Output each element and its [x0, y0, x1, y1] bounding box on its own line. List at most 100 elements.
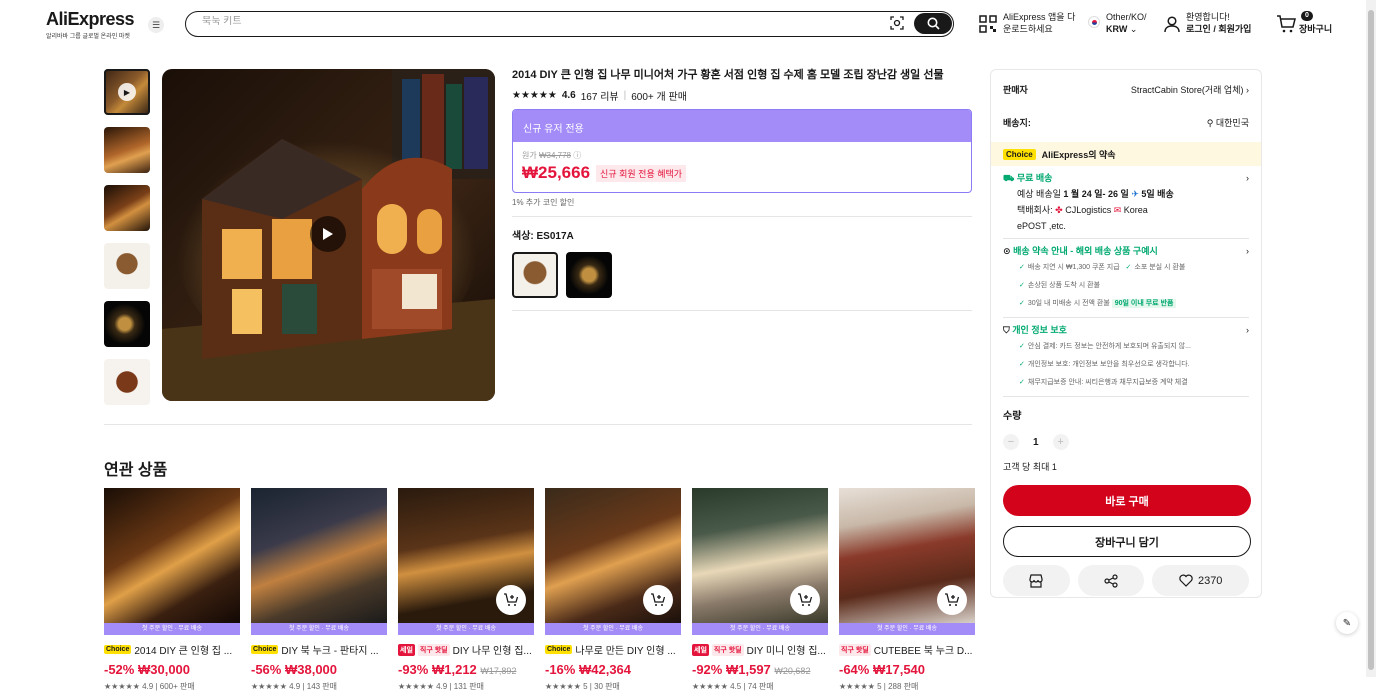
card-title: DIY 나무 인형 집...: [452, 646, 532, 657]
color-swatches: [512, 252, 972, 298]
star-rating-icon: ★★★★★: [512, 90, 557, 101]
carrier-korea: Korea: [1123, 205, 1148, 215]
product-card[interactable]: 첫 주문 할인 · 무료 배송 Choice DIY 북 누크 - 판타지 ...…: [251, 488, 387, 692]
star-rating-icon: ★★★★★: [104, 682, 140, 691]
swatch-es017a[interactable]: [512, 252, 558, 298]
menu-icon[interactable]: ☰: [148, 17, 164, 33]
privacy-list: ✓ 안심 결제: 카드 정보는 안전하게 보호되며 유출되지 않... ✓ 개인정보…: [1019, 338, 1249, 392]
product-info: 2014 DIY 큰 인형 집 나무 미니어처 가구 황혼 서점 인형 집 수제…: [512, 68, 972, 311]
carrier-row: 택배회사: ✤ CJLogistics ✉ Korea: [1017, 202, 1249, 218]
card-meta: 4.5 | 74 판매: [730, 682, 774, 691]
store-button[interactable]: [1003, 565, 1070, 596]
product-card[interactable]: 첫 주문 할인 · 무료 배송 직구 핫딜 CUTEBEE 북 누크 D... -…: [839, 488, 975, 692]
product-card[interactable]: 첫 주문 할인 · 무료 배송 세일 직구 핫딜 DIY 미니 인형 집... -9…: [692, 488, 828, 692]
page-scrollbar[interactable]: [1366, 0, 1376, 677]
product-card-image: [692, 488, 828, 623]
scrollbar-thumb[interactable]: [1368, 10, 1374, 670]
ship-to-row: 배송지: ⚲ 대한민국: [1003, 116, 1249, 129]
free-return-tag: 90일 이내 무료 반품: [1111, 299, 1177, 308]
cart-icon[interactable]: [1276, 14, 1296, 34]
thumbnail-video[interactable]: ▶: [104, 69, 150, 115]
star-rating-icon: ★★★★★: [251, 682, 287, 691]
info-icon[interactable]: ⓘ: [573, 151, 581, 160]
card-tag-2: 직구 핫딜: [417, 643, 450, 656]
search-input[interactable]: [202, 16, 842, 27]
add-to-cart-fab[interactable]: [496, 585, 526, 615]
wishlist-button[interactable]: 2370: [1152, 565, 1249, 596]
original-price-label: 원가: [522, 151, 537, 160]
product-card[interactable]: 첫 주문 할인 · 무료 배송 Choice 나무로 만든 DIY 인형 ... …: [545, 488, 681, 692]
top-header: AliExpress 알리바바 그룹 글로벌 온라인 마켓 ☰ AliExpre…: [0, 0, 1366, 46]
thumbnail-gallery: ▶: [104, 69, 150, 417]
product-card[interactable]: 첫 주문 할인 · 무료 배송 Choice 2014 DIY 큰 인형 집 ..…: [104, 488, 240, 692]
guarantee-row-3: ✓ 30일 내 미배송 시 전액 환불 90일 이내 무료 반품: [1019, 295, 1249, 313]
delivery-guarantee-section[interactable]: ⊙ 배송 약속 안내 - 해외 배송 상품 구예시 › ✓ 배송 지연 시 ₩1,3…: [1003, 243, 1249, 313]
card-price-row: -56% ₩38,000: [251, 662, 387, 677]
add-to-cart-fab[interactable]: [937, 585, 967, 615]
main-product-image[interactable]: [162, 69, 495, 401]
eta-prefix: 예상 배송일: [1017, 189, 1061, 199]
edit-icon[interactable]: ✎: [1336, 612, 1358, 634]
quantity-value[interactable]: 1: [1033, 437, 1039, 448]
locale-line-1: Other/KO/: [1106, 12, 1147, 22]
thumbnail-image[interactable]: [104, 359, 150, 405]
add-to-cart-fab[interactable]: [790, 585, 820, 615]
account-link[interactable]: 환영합니다! 로그인 / 회원가입: [1186, 11, 1251, 35]
promo-band: 첫 주문 할인 · 무료 배송: [104, 623, 240, 635]
card-price: ₩42,364: [578, 662, 632, 677]
increase-button[interactable]: +: [1052, 434, 1069, 450]
eta-days: 5일 배송: [1141, 189, 1174, 199]
card-meta-row: ★★★★★ 4.9 | 600+ 판매: [104, 681, 240, 692]
quantity-limit: 고객 당 최대 1: [1003, 462, 1057, 472]
shipping-section[interactable]: ⛟ 무료 배송 › 예상 배송일 1 월 24 일- 26 일 ✈ 5일 배송 택…: [1003, 170, 1249, 234]
thumbnail-image[interactable]: [104, 243, 150, 289]
privacy-row: ✓ 채무지급보증 안내: 씨티은행과 채무지급보증 계약 체결: [1019, 374, 1249, 392]
add-to-cart-button[interactable]: 장바구니 담기: [1003, 526, 1251, 557]
swatch-option-2[interactable]: [566, 252, 612, 298]
locale-selector[interactable]: Other/KO/ KRW ⌄: [1106, 11, 1147, 35]
product-card[interactable]: 첫 주문 할인 · 무료 배송 세일 직구 핫딜 DIY 나무 인형 집... -9…: [398, 488, 534, 692]
review-count[interactable]: 167 리뷰: [581, 88, 619, 103]
thumbnail-image[interactable]: [104, 127, 150, 173]
buy-now-button[interactable]: 바로 구매: [1003, 485, 1251, 516]
thumbnail-image[interactable]: [104, 301, 150, 347]
card-title-row: Choice 2014 DIY 큰 인형 집 ...: [104, 642, 240, 657]
divider: [512, 216, 972, 217]
search-button[interactable]: [914, 13, 952, 34]
ship-to-selector[interactable]: ⚲ 대한민국: [1207, 116, 1249, 129]
card-meta: 4.9 | 600+ 판매: [142, 682, 195, 691]
card-title-row: 직구 핫딜 CUTEBEE 북 누크 D...: [839, 642, 975, 657]
seller-name: StractCabin Store(거래 업체): [1130, 85, 1244, 95]
card-title: 나무로 만든 DIY 인형 ...: [575, 646, 676, 657]
card-title: CUTEBEE 북 누크 D...: [873, 646, 973, 657]
check-icon: ✓: [1125, 264, 1132, 271]
qr-code-icon[interactable]: [979, 15, 997, 33]
card-tag: Choice: [104, 645, 132, 654]
share-button[interactable]: [1077, 565, 1145, 596]
card-price: ₩30,000: [137, 662, 191, 677]
star-rating-icon: ★★★★★: [839, 682, 875, 691]
card-price-row: -52% ₩30,000: [104, 662, 240, 677]
user-icon[interactable]: [1163, 15, 1181, 33]
add-to-cart-fab[interactable]: [643, 585, 673, 615]
card-meta: 4.9 | 131 판매: [436, 682, 485, 691]
rating-value: 4.6: [561, 90, 576, 101]
seller-link[interactable]: StractCabin Store(거래 업체) ›: [1131, 83, 1249, 96]
decrease-button[interactable]: −: [1003, 434, 1019, 450]
cart-plus-icon: [945, 593, 960, 606]
privacy-section[interactable]: ⛉ 개인 정보 보호 › ✓ 안심 결제: 카드 정보는 안전하게 보호되며 유출되…: [1003, 322, 1249, 392]
guarantee-item: 30일 내 미배송 시 전액 환불: [1027, 300, 1110, 307]
card-discount: -92%: [692, 662, 723, 677]
video-play-button[interactable]: [310, 216, 346, 252]
card-meta-row: ★★★★★ 5 | 30 판매: [545, 681, 681, 692]
guarantee-title: 배송 약속 안내 - 해외 배송 상품 구예시: [1013, 246, 1158, 256]
camera-search-icon[interactable]: [890, 16, 904, 30]
app-download-link[interactable]: AliExpress 앱을 다 운로드하세요: [1003, 11, 1075, 35]
aliexpress-logo[interactable]: AliExpress 알리바바 그룹 글로벌 온라인 마켓: [46, 9, 135, 40]
product-card-image: [398, 488, 534, 623]
cart-label[interactable]: 장바구니: [1299, 23, 1332, 35]
app-line-1: AliExpress 앱을 다: [1003, 12, 1076, 22]
thumbnail-image[interactable]: [104, 185, 150, 231]
action-row: 2370: [1003, 565, 1249, 596]
quantity-label: 수량: [1003, 411, 1022, 422]
